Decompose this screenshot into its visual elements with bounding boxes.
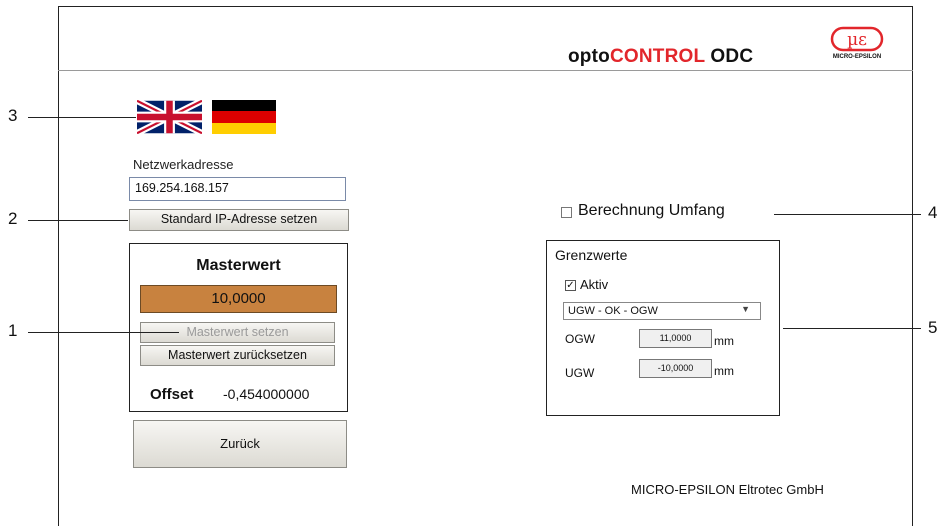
callout-4: 4 — [928, 203, 938, 222]
reset-ip-button[interactable]: Standard IP-Adresse setzen — [129, 209, 349, 231]
ugw-label: UGW — [565, 366, 595, 380]
svg-text:µε: µε — [847, 30, 867, 50]
callout-5: 5 — [928, 318, 938, 337]
calc-label: Berechnung Umfang — [578, 202, 725, 219]
callout-2: 2 — [8, 209, 18, 228]
active-label: Aktiv — [580, 277, 609, 292]
master-value-display: 10,0000 — [140, 285, 337, 313]
chevron-down-icon: ▼ — [741, 304, 750, 314]
ip-address-field[interactable]: 169.254.168.157 — [129, 177, 346, 201]
ugw-input[interactable]: -10,0000 — [639, 359, 712, 378]
callout-1-line — [28, 332, 179, 333]
ugw-unit: mm — [714, 364, 734, 378]
callout-1: 1 — [8, 321, 18, 340]
ogw-input[interactable]: 11,0000 — [639, 329, 712, 348]
callout-3-line — [28, 117, 136, 118]
uk-flag-icon[interactable] — [135, 97, 204, 137]
limits-title: Grenzwerte — [555, 247, 628, 263]
callout-2-line — [28, 220, 128, 221]
network-address-label: Netzwerkadresse — [133, 157, 234, 172]
limits-panel: Grenzwerte ✓ Aktiv UGW - OK - OGW ▼ OGW … — [546, 240, 780, 416]
calc-checkbox[interactable] — [561, 207, 572, 218]
callout-4-line — [774, 214, 921, 215]
mode-select[interactable]: UGW - OK - OGW ▼ — [563, 302, 761, 320]
master-panel: Masterwert 10,0000 Masterwert setzen Mas… — [129, 243, 348, 412]
back-button[interactable]: Zurück — [133, 420, 347, 468]
callout-3: 3 — [8, 106, 18, 125]
active-checkbox[interactable]: ✓ — [565, 280, 576, 291]
logo-text: MICRO-EPSILON — [832, 54, 882, 60]
brand-title: optoCONTROL ODC — [568, 46, 754, 67]
master-title: Masterwert — [196, 257, 281, 274]
ogw-label: OGW — [565, 332, 595, 346]
header-divider — [58, 70, 913, 71]
company-footer: MICRO-EPSILON Eltrotec GmbH — [631, 482, 824, 497]
ogw-unit: mm — [714, 334, 734, 348]
callout-5-line — [783, 328, 921, 329]
reset-master-button[interactable]: Masterwert zurücksetzen — [140, 345, 335, 366]
micro-epsilon-logo: µε MICRO-EPSILON — [824, 26, 890, 64]
offset-value: -0,454000000 — [223, 386, 310, 402]
mode-selected-value: UGW - OK - OGW — [568, 305, 658, 317]
offset-label: Offset — [150, 386, 194, 403]
german-flag-icon[interactable] — [212, 100, 276, 134]
